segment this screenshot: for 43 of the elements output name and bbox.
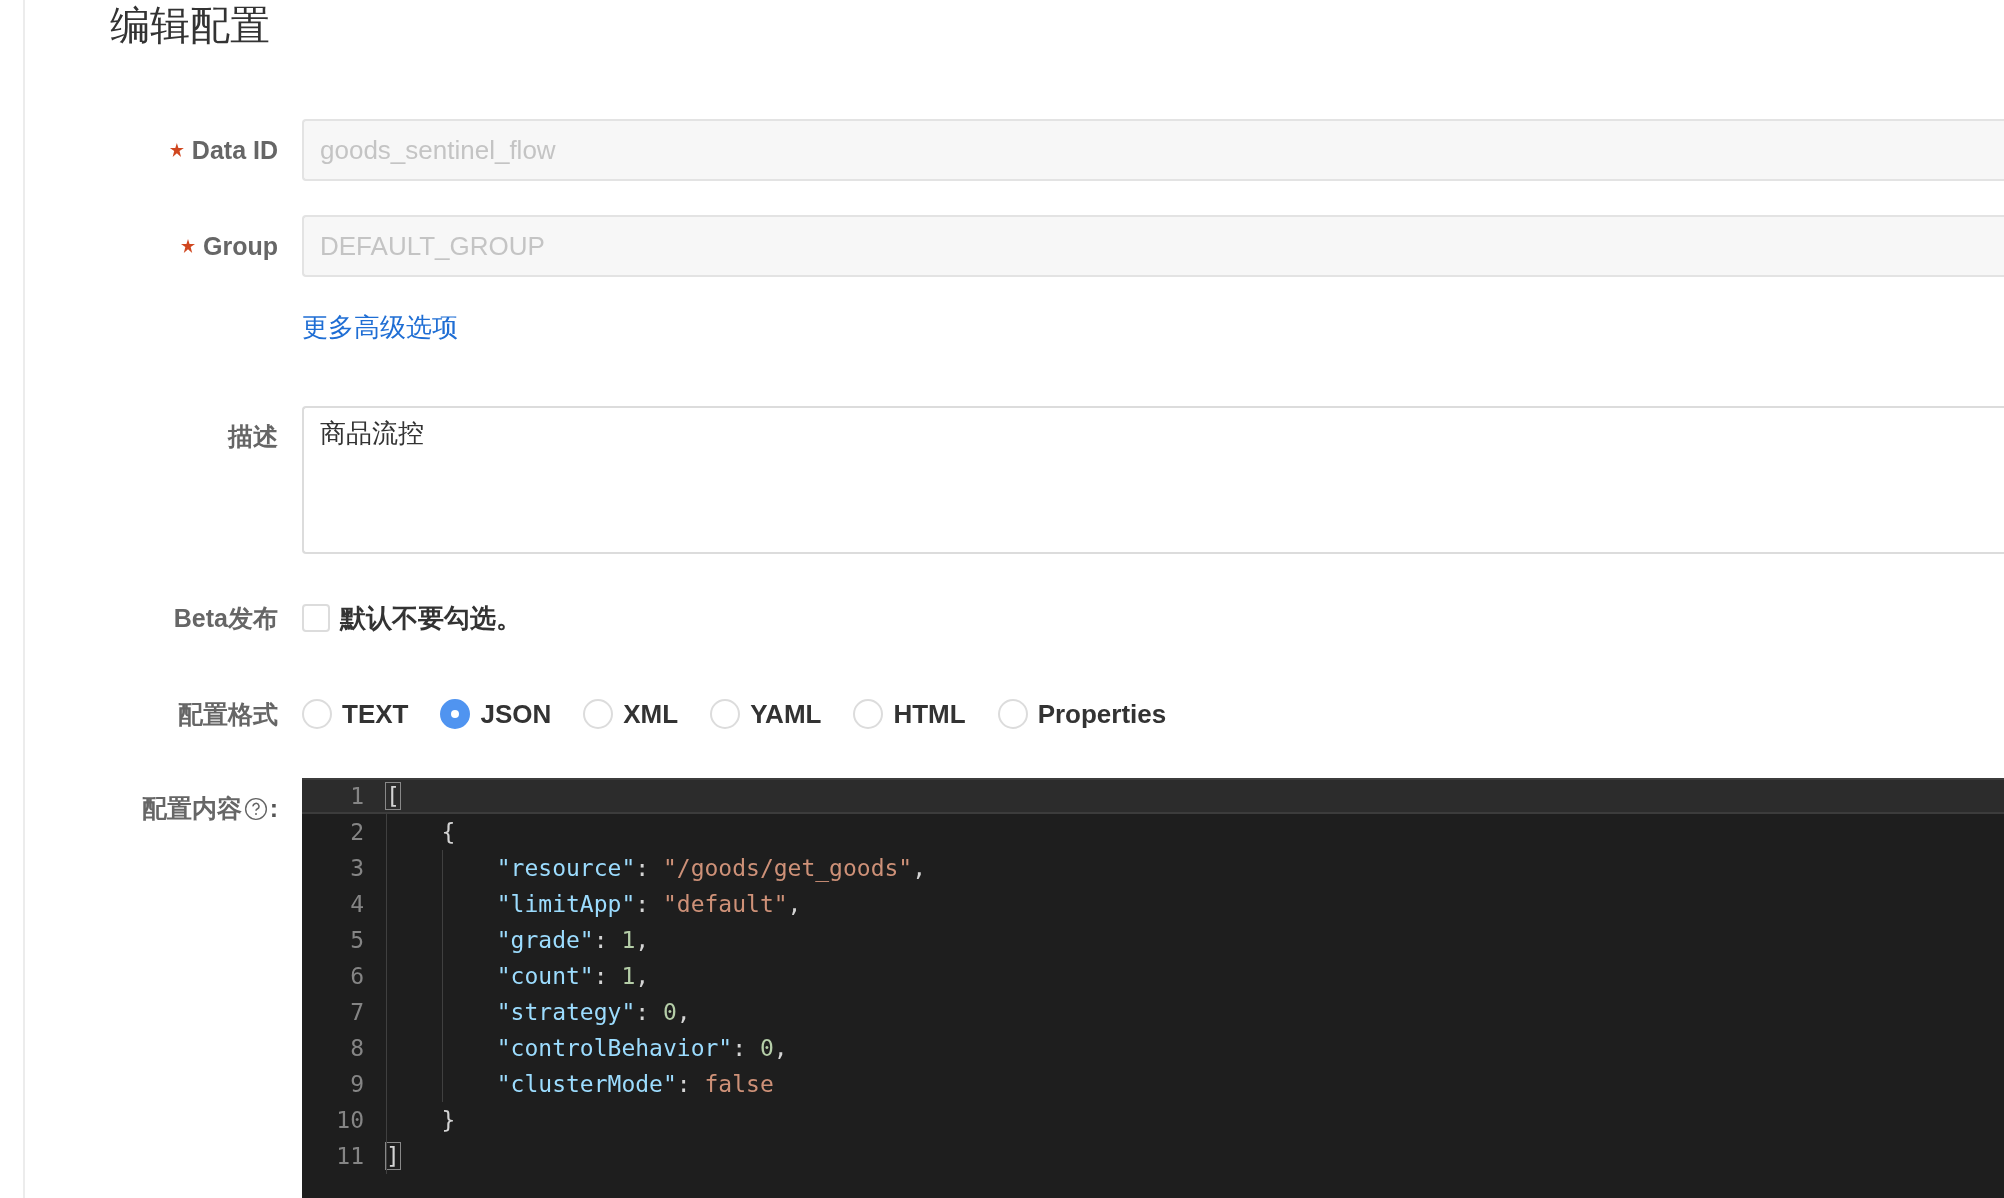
line-number: 9 bbox=[349, 1071, 364, 1097]
radio-label[interactable]: JSON bbox=[480, 698, 552, 730]
help-icon[interactable] bbox=[243, 796, 268, 821]
colon-text: : bbox=[269, 794, 278, 823]
line-number: 3 bbox=[349, 855, 364, 881]
line-number: 2 bbox=[349, 819, 364, 845]
line-number: 8 bbox=[349, 1035, 364, 1061]
field-label: 配置格式 bbox=[178, 698, 278, 730]
page-title: 编辑配置 bbox=[110, 2, 271, 48]
code-line: "controlBehavior": 0, bbox=[495, 1035, 788, 1061]
field-label: 配置内容 bbox=[141, 793, 242, 824]
radio-button[interactable] bbox=[440, 699, 471, 729]
code-line: "resource": "/goods/get_goods", bbox=[495, 855, 927, 881]
field-label: 描述 bbox=[228, 421, 278, 452]
radio-label[interactable]: Properties bbox=[1037, 698, 1167, 730]
code-line: { bbox=[440, 819, 456, 845]
beta-checkbox[interactable] bbox=[302, 604, 330, 632]
code-line: [ bbox=[386, 783, 400, 809]
radio-label[interactable]: HTML bbox=[893, 698, 966, 730]
code-line: "strategy": 0, bbox=[495, 999, 691, 1025]
field-label: Group bbox=[203, 231, 278, 261]
line-number: 4 bbox=[349, 891, 364, 917]
code-line: "grade": 1, bbox=[495, 927, 650, 953]
code-line: ] bbox=[386, 1143, 400, 1169]
code-line: } bbox=[440, 1107, 456, 1133]
code-line: "clusterMode": false bbox=[495, 1071, 774, 1097]
line-number: 10 bbox=[335, 1107, 364, 1133]
line-number: 11 bbox=[335, 1143, 364, 1169]
code-editor[interactable]: 1 [ 2 { 3 "resource": "/goods/get_goods", 4 "limitApp": "default", 5 "grade": 1, 6 "count": 1, 7 "strategy": 0, 8 "controlBehavior": 0, 9 "clusterMode": false 10 } 11 ] bbox=[302, 778, 2004, 1198]
line-number: 7 bbox=[349, 999, 364, 1025]
radio-label[interactable]: XML bbox=[623, 698, 679, 730]
radio-label[interactable]: YAML bbox=[750, 698, 822, 730]
description-field[interactable]: 商品流控 bbox=[302, 406, 2004, 554]
field-label: Beta发布 bbox=[173, 602, 278, 634]
line-number: 5 bbox=[349, 927, 364, 953]
advanced-options-link[interactable]: 更多高级选项 bbox=[302, 310, 458, 345]
line-number: 1 bbox=[349, 783, 364, 809]
field-label: Data ID bbox=[191, 135, 278, 165]
line-number: 6 bbox=[349, 963, 364, 989]
code-line: "limitApp": "default", bbox=[495, 891, 802, 917]
checkbox-label: 默认不要勾选。 bbox=[340, 601, 522, 635]
code-line: "count": 1, bbox=[495, 963, 650, 989]
radio-label[interactable]: TEXT bbox=[342, 698, 409, 730]
